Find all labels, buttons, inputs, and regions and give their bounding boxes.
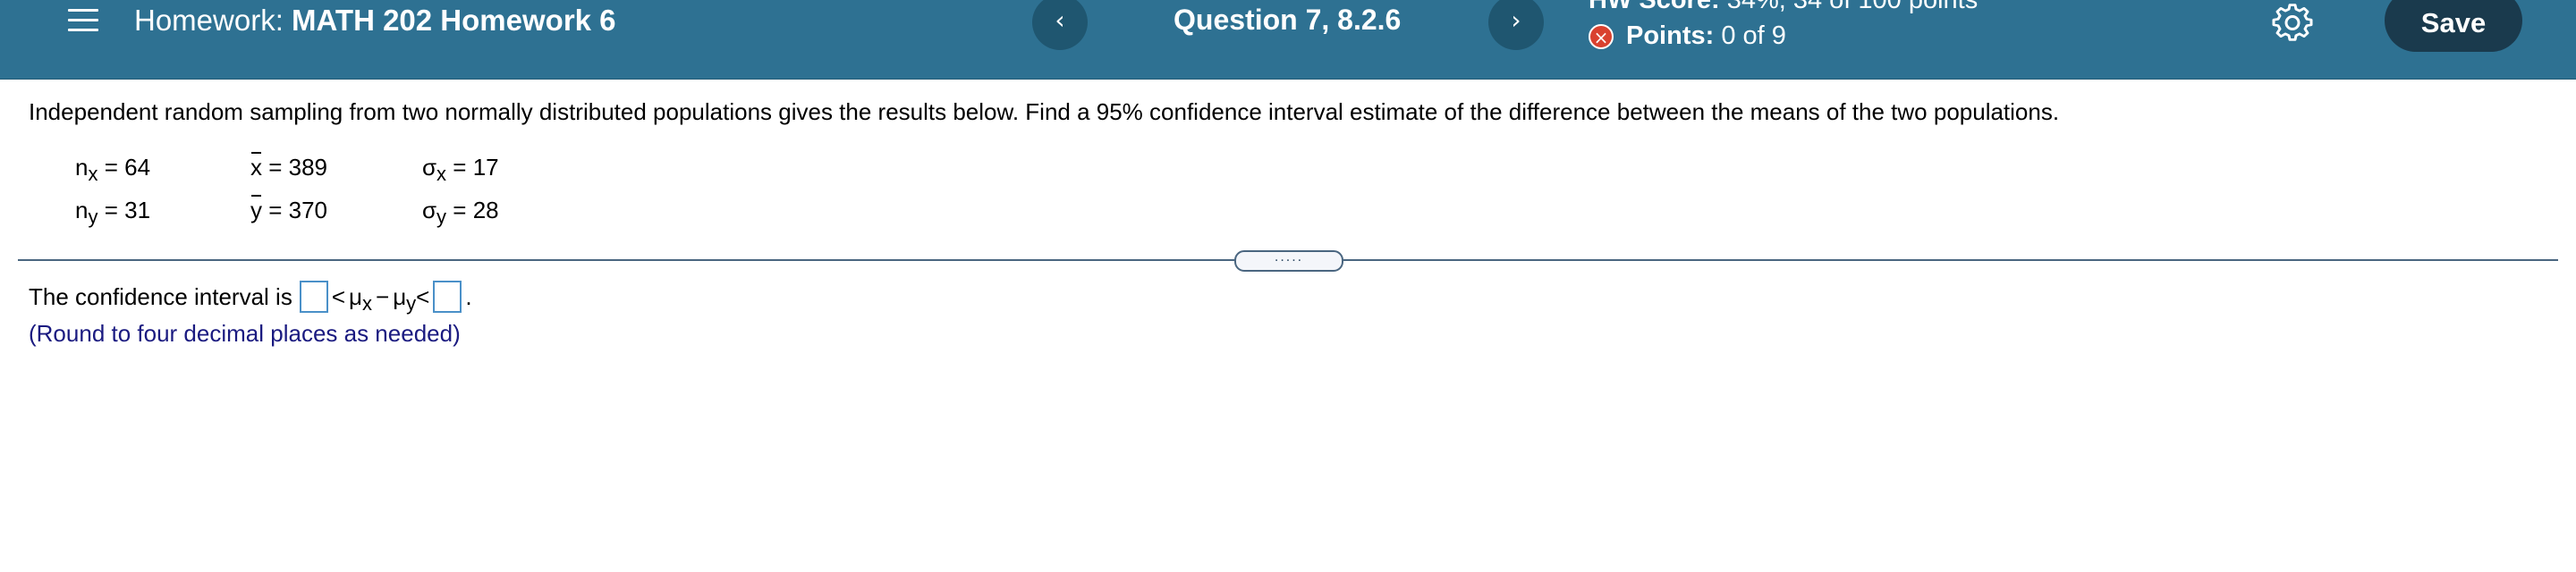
- stat-sigma-y-eq: =: [446, 197, 473, 223]
- top-bar: Homework: MATH 202 Homework 6 ‹ Question…: [0, 0, 2576, 80]
- stat-sigma-y-sub: y: [436, 206, 447, 228]
- stat-ny-symbol: n: [75, 197, 89, 223]
- answer-prefix: The confidence interval is: [29, 282, 292, 310]
- save-button[interactable]: Save: [2385, 0, 2522, 52]
- minus-sign: −: [376, 282, 390, 310]
- stat-nx-sub: x: [88, 163, 98, 185]
- mu-x-sub: x: [362, 291, 372, 315]
- stat-sigma-x-value: 17: [472, 154, 499, 181]
- stat-ybar: y = 370: [250, 195, 328, 224]
- previous-question-button[interactable]: ‹: [1032, 0, 1088, 50]
- stat-ybar-symbol: y: [250, 195, 262, 223]
- stat-ny-eq: =: [97, 197, 125, 223]
- hamburger-menu-icon[interactable]: [68, 9, 98, 36]
- stat-ny-sub: y: [88, 206, 98, 228]
- hw-score-label: HW Score:: [1589, 0, 1720, 14]
- points-value: 0 of 9: [1721, 21, 1786, 50]
- points-label: Points:: [1626, 21, 1715, 50]
- mu-y-sub: y: [406, 291, 417, 315]
- stat-sigma-y-symbol: σ: [422, 197, 437, 223]
- homework-title-prefix: Homework:: [134, 4, 284, 37]
- question-text: Independent random sampling from two nor…: [29, 98, 2060, 125]
- stat-sigma-x-sub: x: [436, 163, 447, 185]
- stat-nx-value: 64: [124, 154, 151, 181]
- stat-xbar-value: 389: [288, 154, 328, 181]
- less-than-2: <: [416, 282, 430, 310]
- rounding-hint: (Round to four decimal places as needed): [29, 320, 461, 347]
- stat-sigma-x-eq: =: [446, 154, 473, 181]
- mu-x: μx: [349, 282, 372, 314]
- hw-score: HW Score: 34%, 34 of 100 points: [1589, 0, 1978, 15]
- next-question-button[interactable]: ›: [1488, 0, 1544, 50]
- less-than-1: <: [331, 282, 346, 310]
- stat-xbar-symbol: x: [250, 152, 262, 181]
- incorrect-x-icon: ×: [1589, 24, 1614, 50]
- stat-nx-eq: =: [97, 154, 125, 181]
- stat-sigma-y: σy = 28: [422, 197, 499, 227]
- mu-y: μy: [393, 282, 416, 314]
- answer-period: .: [465, 282, 472, 310]
- stat-xbar: x = 389: [250, 152, 328, 181]
- stat-ybar-eq: =: [262, 197, 289, 223]
- mu-x-symbol: μ: [349, 282, 362, 310]
- homework-title: Homework: MATH 202 Homework 6: [134, 4, 616, 38]
- mu-y-symbol: μ: [393, 282, 407, 310]
- stat-sigma-x-symbol: σ: [422, 154, 437, 181]
- stat-xbar-eq: =: [262, 154, 289, 181]
- lower-bound-input[interactable]: [299, 281, 328, 313]
- question-label: Question 7, 8.2.6: [1174, 4, 1402, 36]
- stat-sigma-x: σx = 17: [422, 154, 499, 184]
- stat-ny-value: 31: [124, 197, 151, 223]
- answer-line: The confidence interval is < μx − μy < .: [29, 281, 472, 313]
- gear-icon[interactable]: [2272, 4, 2313, 45]
- points-status: × Points: 0 of 9: [1589, 21, 1786, 51]
- stat-nx: nx = 64: [75, 154, 151, 184]
- homework-title-name: MATH 202 Homework 6: [292, 4, 616, 37]
- stat-nx-symbol: n: [75, 154, 89, 181]
- stat-ny: ny = 31: [75, 197, 151, 227]
- stat-ybar-value: 370: [288, 197, 328, 223]
- expand-collapse-button[interactable]: .....: [1234, 250, 1343, 272]
- upper-bound-input[interactable]: [433, 281, 462, 313]
- hw-score-value: 34%, 34 of 100 points: [1726, 0, 1979, 14]
- stat-sigma-y-value: 28: [472, 197, 499, 223]
